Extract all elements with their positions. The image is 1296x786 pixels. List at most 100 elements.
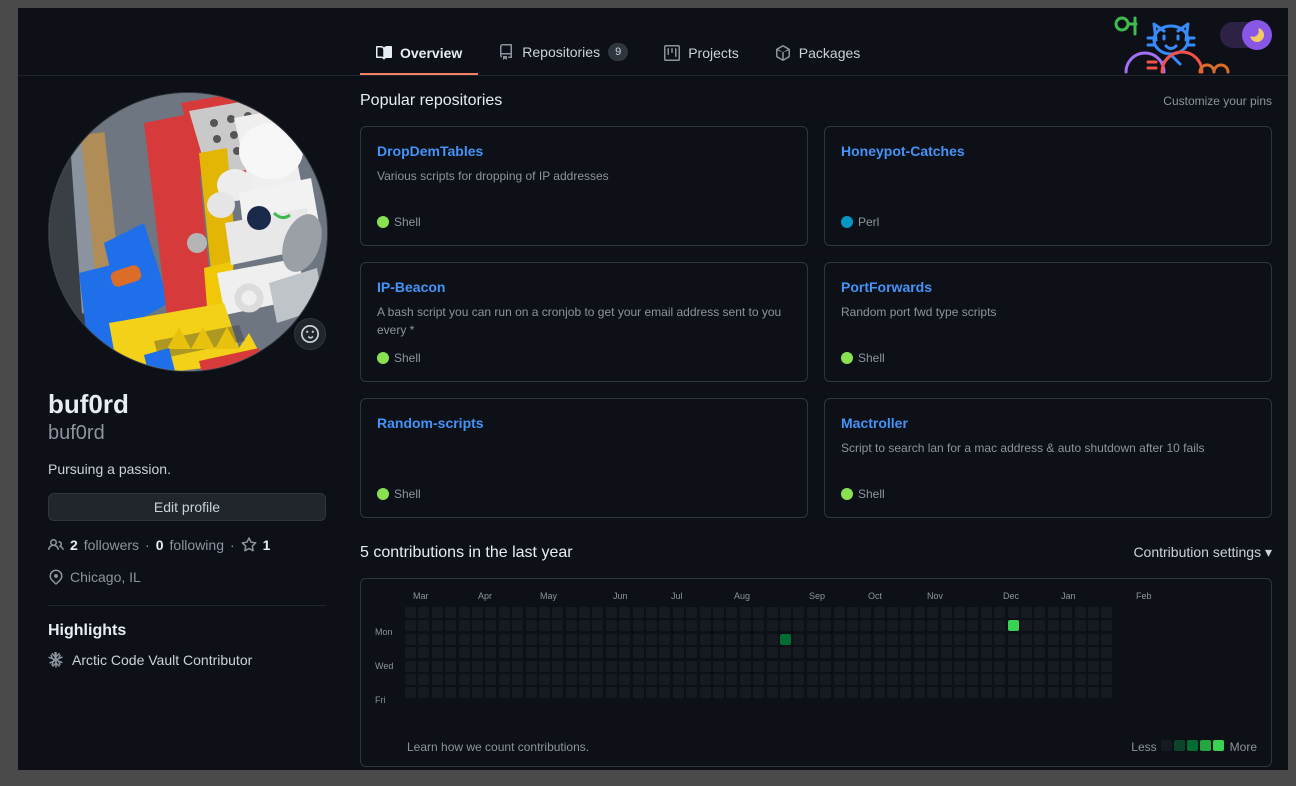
contribution-day-cell[interactable] bbox=[927, 674, 938, 685]
contribution-day-cell[interactable] bbox=[646, 687, 657, 698]
contribution-day-cell[interactable] bbox=[1061, 634, 1072, 645]
contribution-day-cell[interactable] bbox=[619, 634, 630, 645]
contribution-day-cell[interactable] bbox=[686, 620, 697, 631]
contribution-day-cell[interactable] bbox=[499, 661, 510, 672]
contribution-day-cell[interactable] bbox=[981, 647, 992, 658]
contribution-day-cell[interactable] bbox=[1101, 647, 1112, 658]
contribution-day-cell[interactable] bbox=[887, 674, 898, 685]
contribution-day-cell[interactable] bbox=[1101, 607, 1112, 618]
contribution-day-cell[interactable] bbox=[539, 620, 550, 631]
contribution-day-cell[interactable] bbox=[981, 607, 992, 618]
contribution-day-cell[interactable] bbox=[981, 674, 992, 685]
contribution-day-cell[interactable] bbox=[713, 674, 724, 685]
contribution-day-cell[interactable] bbox=[807, 647, 818, 658]
contribution-day-cell[interactable] bbox=[405, 661, 416, 672]
contribution-day-cell[interactable] bbox=[820, 674, 831, 685]
contribution-day-cell[interactable] bbox=[673, 687, 684, 698]
contribution-day-cell[interactable] bbox=[499, 634, 510, 645]
contribution-day-cell[interactable] bbox=[1021, 661, 1032, 672]
contribution-day-cell[interactable] bbox=[941, 674, 952, 685]
contribution-day-cell[interactable] bbox=[807, 620, 818, 631]
contribution-day-cell[interactable] bbox=[874, 687, 885, 698]
contribution-day-cell[interactable] bbox=[834, 607, 845, 618]
contribution-day-cell[interactable] bbox=[619, 620, 630, 631]
contribution-day-cell[interactable] bbox=[860, 607, 871, 618]
contribution-day-cell[interactable] bbox=[445, 687, 456, 698]
contribution-day-cell[interactable] bbox=[874, 647, 885, 658]
contribution-day-cell[interactable] bbox=[941, 620, 952, 631]
contribution-day-cell[interactable] bbox=[954, 661, 965, 672]
learn-contributions-link[interactable]: Learn how we count contributions. bbox=[407, 740, 589, 754]
contribution-day-cell[interactable] bbox=[633, 620, 644, 631]
contribution-day-cell[interactable] bbox=[633, 634, 644, 645]
contribution-day-cell[interactable] bbox=[418, 634, 429, 645]
contribution-day-cell[interactable] bbox=[579, 687, 590, 698]
contribution-day-cell[interactable] bbox=[512, 661, 523, 672]
contribution-day-cell[interactable] bbox=[659, 687, 670, 698]
following-count[interactable]: 0 bbox=[156, 537, 164, 553]
contribution-day-cell[interactable] bbox=[1061, 661, 1072, 672]
contribution-day-cell[interactable] bbox=[1088, 620, 1099, 631]
contribution-day-cell[interactable] bbox=[726, 634, 737, 645]
contribution-day-cell[interactable] bbox=[1034, 687, 1045, 698]
contribution-day-cell[interactable] bbox=[834, 687, 845, 698]
set-status-button[interactable] bbox=[294, 318, 326, 350]
contribution-day-cell[interactable] bbox=[1008, 620, 1019, 631]
contribution-day-cell[interactable] bbox=[606, 620, 617, 631]
contribution-day-cell[interactable] bbox=[659, 620, 670, 631]
contribution-day-cell[interactable] bbox=[847, 634, 858, 645]
contribution-day-cell[interactable] bbox=[579, 620, 590, 631]
contribution-day-cell[interactable] bbox=[967, 647, 978, 658]
contribution-day-cell[interactable] bbox=[673, 647, 684, 658]
contribution-day-cell[interactable] bbox=[1088, 687, 1099, 698]
contribution-day-cell[interactable] bbox=[592, 620, 603, 631]
contribution-day-cell[interactable] bbox=[418, 661, 429, 672]
repo-card[interactable]: DropDemTables Various scripts for droppi… bbox=[360, 126, 808, 246]
contribution-day-cell[interactable] bbox=[1061, 687, 1072, 698]
contribution-day-cell[interactable] bbox=[552, 687, 563, 698]
contribution-day-cell[interactable] bbox=[633, 674, 644, 685]
contribution-day-cell[interactable] bbox=[740, 647, 751, 658]
contribution-day-cell[interactable] bbox=[713, 647, 724, 658]
contribution-day-cell[interactable] bbox=[1088, 647, 1099, 658]
contribution-day-cell[interactable] bbox=[860, 620, 871, 631]
contribution-day-cell[interactable] bbox=[807, 674, 818, 685]
contribution-day-cell[interactable] bbox=[619, 647, 630, 658]
contribution-day-cell[interactable] bbox=[673, 620, 684, 631]
contribution-day-cell[interactable] bbox=[432, 687, 443, 698]
contribution-day-cell[interactable] bbox=[606, 634, 617, 645]
contribution-day-cell[interactable] bbox=[767, 674, 778, 685]
contribution-day-cell[interactable] bbox=[740, 674, 751, 685]
contribution-day-cell[interactable] bbox=[1048, 674, 1059, 685]
contribution-day-cell[interactable] bbox=[459, 607, 470, 618]
contribution-settings-button[interactable]: Contribution settings ▾ bbox=[1133, 544, 1272, 561]
contribution-day-cell[interactable] bbox=[499, 647, 510, 658]
contribution-day-cell[interactable] bbox=[459, 674, 470, 685]
contribution-day-cell[interactable] bbox=[700, 687, 711, 698]
contribution-day-cell[interactable] bbox=[927, 634, 938, 645]
contribution-day-cell[interactable] bbox=[954, 607, 965, 618]
contribution-day-cell[interactable] bbox=[1048, 634, 1059, 645]
contribution-day-cell[interactable] bbox=[914, 634, 925, 645]
contribution-day-cell[interactable] bbox=[1034, 661, 1045, 672]
contribution-day-cell[interactable] bbox=[579, 647, 590, 658]
contribution-day-cell[interactable] bbox=[686, 674, 697, 685]
contribution-day-cell[interactable] bbox=[539, 687, 550, 698]
contribution-day-cell[interactable] bbox=[592, 647, 603, 658]
contribution-day-cell[interactable] bbox=[1048, 661, 1059, 672]
contribution-day-cell[interactable] bbox=[526, 674, 537, 685]
repo-card[interactable]: Honeypot-Catches Perl bbox=[824, 126, 1272, 246]
contribution-day-cell[interactable] bbox=[834, 620, 845, 631]
contribution-day-cell[interactable] bbox=[834, 661, 845, 672]
contribution-day-cell[interactable] bbox=[512, 634, 523, 645]
contribution-day-cell[interactable] bbox=[673, 634, 684, 645]
contribution-day-cell[interactable] bbox=[793, 647, 804, 658]
contribution-day-cell[interactable] bbox=[887, 634, 898, 645]
contribution-day-cell[interactable] bbox=[847, 647, 858, 658]
contribution-day-cell[interactable] bbox=[874, 607, 885, 618]
contribution-day-cell[interactable] bbox=[1101, 620, 1112, 631]
contribution-day-cell[interactable] bbox=[646, 634, 657, 645]
contribution-day-cell[interactable] bbox=[499, 607, 510, 618]
contribution-day-cell[interactable] bbox=[927, 687, 938, 698]
contribution-day-cell[interactable] bbox=[539, 607, 550, 618]
